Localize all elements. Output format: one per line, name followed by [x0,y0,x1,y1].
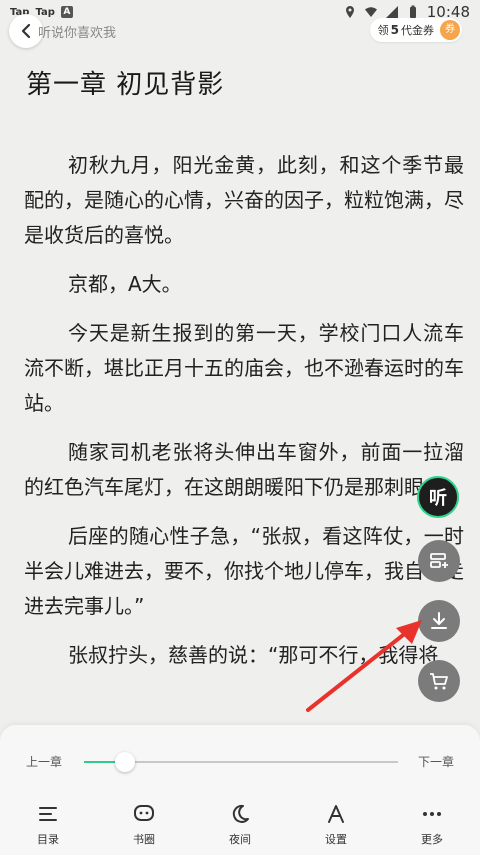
status-app-label: Tap [35,6,55,18]
toolbar-item-more[interactable]: 更多 [384,803,480,847]
chapter-title: 第一章 初见背影 [26,70,225,100]
chat-bubble-icon [134,805,154,821]
listen-label: 听 [429,488,447,509]
add-to-shelf-icon [430,553,448,568]
paragraph: 随家司机老张将头伸出车窗外，前面一拉溜的红色汽车尾灯，在这朗朗暖阳下仍是那刺眼。 [24,440,464,499]
toolbar-item-bookcircle[interactable]: 书圈 [96,803,192,847]
book-title: 听说你喜欢我 [38,26,117,41]
chapter-progress-slider[interactable] [84,752,398,772]
coupon-button[interactable]: 领 5 代金券 券 [369,18,462,42]
next-chapter-button[interactable]: 下一章 [418,753,454,770]
toolbar-label: 更多 [421,833,443,846]
location-icon [345,6,354,18]
wifi-icon [364,7,377,17]
battery-icon [409,5,416,18]
annotation-arrow [306,620,422,712]
toolbar-item-settings[interactable]: 设置 [288,803,384,847]
add-to-shelf-button[interactable] [418,540,460,582]
toolbar-label: 夜间 [229,833,251,846]
chevron-left-icon [21,23,31,39]
slider-thumb[interactable] [114,752,135,772]
toolbar-label: 目录 [37,833,59,846]
more-dots-icon [423,812,441,816]
toolbar-item-night[interactable]: 夜间 [192,803,288,847]
status-a-icon: A [60,6,73,18]
paragraph: 今天是新生报到的第一天，学校门口人流车流不断，堪比正月十五的庙会，也不逊春运时的… [24,321,464,415]
cart-icon [430,673,448,690]
paragraph: 后座的随心性子急，“张叔，看这阵仗，一时半会儿难进去，要不，你找个地儿停车，我自… [24,524,464,618]
coupon-prefix: 领 [377,24,389,37]
coupon-count: 5 [390,23,399,37]
prev-chapter-button[interactable]: 上一章 [26,753,62,770]
paragraph: 京都，A大。 [68,272,182,296]
listen-button[interactable]: 听 [417,476,459,518]
reader-page: Tap Tap A 10:48 听说你喜欢我 领 5 代金券 券 第一章 初见背… [0,0,480,855]
toolbar-item-contents[interactable]: 目录 [0,803,96,847]
bottom-toolbar: 目录 书圈 夜间 设置 更多 [0,803,480,847]
download-icon [431,612,447,629]
coupon-suffix: 代金券 [401,24,434,37]
toolbar-label: 书圈 [133,833,155,846]
reader-control-panel: 上一章 下一章 目录 书圈 夜间 设置 更多 [0,725,480,855]
toolbar-label: 设置 [325,833,347,846]
paragraph: 初秋九月，阳光金黄，此刻，和这个季节最配的，是随心的心情，兴奋的因子，粒粒饱满，… [24,153,464,247]
moon-icon [232,804,249,823]
chapter-content: 初秋九月，阳光金黄，此刻，和这个季节最配的，是随心的心情，兴奋的因子，粒粒饱满，… [24,148,464,687]
menu-list-icon [39,807,57,821]
signal-icon [385,6,398,18]
font-a-icon [328,805,344,823]
coupon-icon: 券 [440,20,460,40]
